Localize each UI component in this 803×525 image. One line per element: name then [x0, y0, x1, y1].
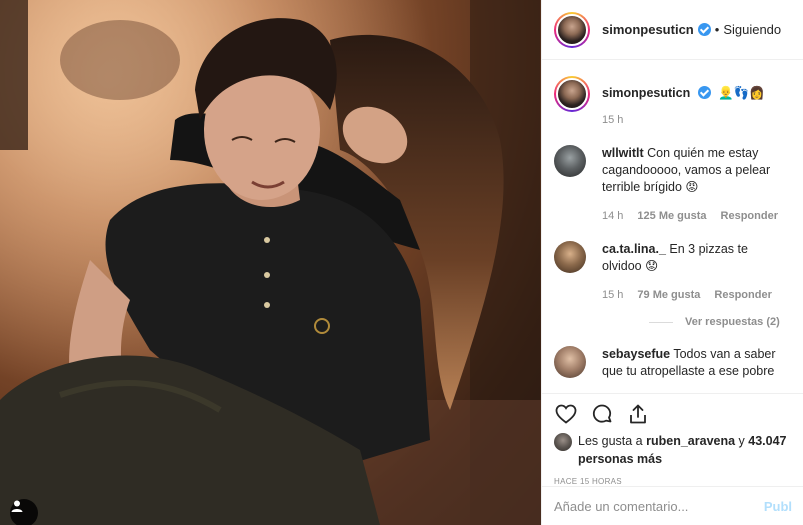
view-replies-link[interactable]: Ver respuestas (2) — [649, 316, 791, 328]
reply-button[interactable]: Responder — [721, 208, 778, 225]
user-tag-button[interactable] — [10, 499, 38, 525]
liker-username[interactable]: ruben_aravena — [646, 434, 735, 448]
author-avatar[interactable] — [554, 11, 590, 48]
comment-avatar[interactable] — [554, 145, 586, 177]
comment-time[interactable]: 14 h — [602, 208, 623, 225]
post-timestamp[interactable]: Hace 15 horas — [554, 477, 792, 486]
comment-icon[interactable] — [590, 402, 614, 426]
comment-avatar[interactable] — [554, 346, 586, 378]
action-icons — [554, 394, 792, 430]
comment-item: ca.ta.lina._ En 3 pizzas te olvidoo 😟 15… — [554, 241, 791, 304]
post-photo[interactable] — [0, 0, 541, 525]
caption-text: 👱‍♂️👣👩 — [718, 86, 765, 100]
view-replies-label: Ver respuestas (2) — [685, 316, 780, 328]
separator-dot: • — [714, 22, 720, 37]
author-username[interactable]: simonpesuticn — [602, 22, 694, 37]
likes-summary: Les gusta a ruben_aravena y 43.047 perso… — [554, 432, 792, 468]
verified-badge-icon — [697, 23, 711, 36]
likes-conjunction: y — [738, 434, 745, 448]
comment-time[interactable]: 15 h — [602, 287, 623, 304]
comment-username[interactable]: wllwitlt — [602, 146, 644, 160]
share-icon[interactable] — [626, 402, 650, 426]
comment-username[interactable]: ca.ta.lina._ — [602, 242, 666, 256]
add-comment-bar: Publ — [542, 486, 803, 525]
comment-likes[interactable]: 79 Me gusta — [637, 287, 700, 304]
verified-badge-icon — [697, 86, 711, 99]
post-details-panel: simonpesuticn • Siguiendo simonpesuticn … — [541, 0, 803, 525]
caption-username[interactable]: simonpesuticn — [602, 86, 690, 100]
comment-avatar[interactable] — [554, 241, 586, 273]
post-header: simonpesuticn • Siguiendo — [542, 0, 803, 60]
caption: simonpesuticn 👱‍♂️👣👩 15 h — [554, 76, 791, 129]
reply-button[interactable]: Responder — [714, 287, 771, 304]
caption-author-avatar[interactable] — [554, 76, 590, 112]
heart-icon[interactable] — [554, 402, 578, 426]
caption-time[interactable]: 15 h — [602, 112, 623, 129]
post-actions: Les gusta a ruben_aravena y 43.047 perso… — [542, 393, 803, 486]
likes-prefix: Les gusta a — [578, 434, 643, 448]
comment-item: wllwitlt Con quién me estay cagandooooo,… — [554, 145, 791, 225]
comment-username[interactable]: sebaysefue — [602, 347, 670, 361]
publish-button[interactable]: Publ — [764, 499, 792, 514]
liker-avatar[interactable] — [554, 433, 572, 451]
couple-photo-illustration — [0, 0, 541, 525]
follow-button[interactable]: Siguiendo — [723, 22, 781, 37]
comment-input[interactable] — [554, 498, 754, 514]
comment-item: sebaysefue Todos van a saber que tu atro… — [554, 346, 791, 380]
comments-list[interactable]: simonpesuticn 👱‍♂️👣👩 15 h wllwitlt Con q… — [542, 60, 803, 386]
comment-likes[interactable]: 125 Me gusta — [637, 208, 706, 225]
